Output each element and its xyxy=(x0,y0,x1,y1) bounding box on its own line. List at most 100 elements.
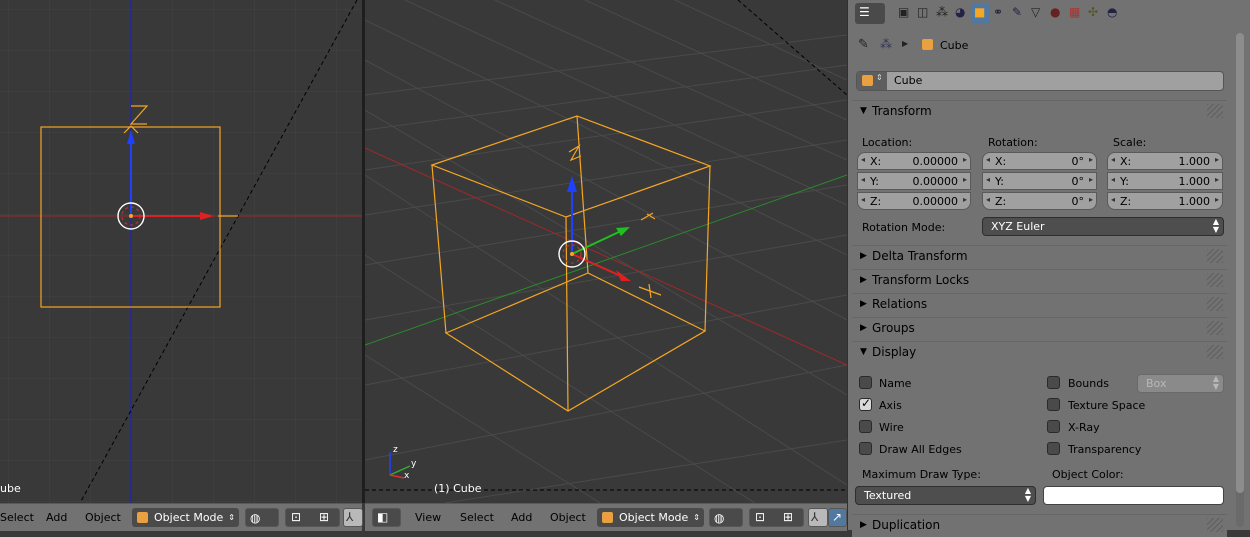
tab-data[interactable]: ▽ xyxy=(1028,3,1047,24)
tab-render[interactable]: ▣ xyxy=(895,3,914,24)
svg-text:y: y xyxy=(411,459,417,469)
main-viewport-object-label: (1) Cube xyxy=(434,482,482,495)
transform-locks-panel-header[interactable]: ▶ Transform Locks xyxy=(852,269,1227,292)
cube-icon: ■ xyxy=(974,5,986,19)
tab-particles[interactable]: ✣ xyxy=(1085,3,1104,24)
tab-material[interactable]: ● xyxy=(1047,3,1066,24)
object-mode-dropdown[interactable]: Object Mode ⇕ xyxy=(597,508,704,527)
rotation-z-field[interactable]: ◂ Z: 0° ▸ xyxy=(982,192,1097,210)
properties-scrollbar[interactable] xyxy=(1236,33,1244,527)
triangle-right-icon: ▶ xyxy=(860,299,867,309)
triangle-down-icon: ▼ xyxy=(860,106,867,116)
viewport-shading-button[interactable]: ◍ xyxy=(709,508,743,527)
tab-texture[interactable]: ▦ xyxy=(1066,3,1085,24)
max-draw-type-dropdown[interactable]: Textured ▲ ▼ xyxy=(855,486,1036,505)
duplication-panel-header[interactable]: ▶ Duplication xyxy=(852,514,1227,537)
texture-space-checkbox[interactable] xyxy=(1047,398,1060,411)
main-viewport-canvas: z y x xyxy=(365,0,847,503)
bounds-checkbox[interactable] xyxy=(1047,376,1060,389)
tab-constraints[interactable]: ⚭ xyxy=(990,3,1009,24)
left-viewport[interactable]: ube xyxy=(0,0,362,503)
editor-type-button[interactable]: ◧ xyxy=(372,508,401,527)
world-icon: ◕ xyxy=(955,5,966,19)
material-icon: ● xyxy=(1050,5,1061,19)
display-panel-header[interactable]: ▼ Display xyxy=(852,341,1227,364)
drag-grip-icon[interactable] xyxy=(1207,321,1223,335)
rotation-mode-label: Rotation Mode: xyxy=(862,221,946,234)
rotation-x-field[interactable]: ◂ X: 0° ▸ xyxy=(982,152,1097,170)
max-draw-type-label: Maximum Draw Type: xyxy=(862,468,981,481)
drag-grip-icon[interactable] xyxy=(1207,273,1223,287)
main-viewport-header: ◧ View Select Add Object Object Mode ⇕ ◍… xyxy=(365,503,847,531)
axis-checkbox[interactable] xyxy=(859,396,872,411)
select-menu[interactable]: Select xyxy=(460,511,494,524)
drag-grip-icon[interactable] xyxy=(1207,297,1223,311)
xray-checkbox[interactable] xyxy=(1047,420,1060,433)
wire-checkbox[interactable] xyxy=(859,420,872,433)
object-menu[interactable]: Object xyxy=(85,511,121,524)
location-x-field[interactable]: ◂ X: 0.00000 ▸ xyxy=(857,152,971,170)
updown-icon: ⇕ xyxy=(876,73,883,82)
tab-world[interactable]: ◕ xyxy=(952,3,971,24)
object-name-field[interactable]: ⇕ Cube xyxy=(856,71,1224,91)
location-z-field[interactable]: ◂ Z: 0.00000 ▸ xyxy=(857,192,971,210)
sphere-icon: ◍ xyxy=(714,511,725,525)
drag-grip-icon[interactable] xyxy=(1207,345,1223,359)
pivot-snap-buttons[interactable]: ⊡ ⊞ xyxy=(749,508,804,527)
left-viewport-canvas xyxy=(0,0,362,503)
tab-physics[interactable]: ◓ xyxy=(1104,3,1123,24)
scrollbar-thumb[interactable] xyxy=(1236,33,1244,493)
drag-grip-icon[interactable] xyxy=(1207,104,1223,118)
main-viewport[interactable]: z y x (1) Cube xyxy=(365,0,847,503)
tab-scene[interactable]: ⁂ xyxy=(933,3,952,24)
texture-icon: ▦ xyxy=(1069,5,1081,19)
scale-x-field[interactable]: ◂ X: 1.000 ▸ xyxy=(1107,152,1223,170)
mesh-icon: ▽ xyxy=(1031,5,1041,19)
transform-panel-header[interactable]: ▼ Transform xyxy=(852,100,1227,123)
tab-modifiers[interactable]: ✎ xyxy=(1009,3,1028,24)
tab-render-layers[interactable]: ◫ xyxy=(914,3,933,24)
object-color-swatch[interactable] xyxy=(1043,486,1224,505)
tab-object[interactable]: ■ xyxy=(971,3,990,24)
location-y-field[interactable]: ◂ Y: 0.00000 ▸ xyxy=(857,172,971,190)
object-browse-button[interactable]: ⇕ xyxy=(857,72,887,90)
pin-icon[interactable]: ✎ xyxy=(858,37,869,52)
updown-icon: ⇕ xyxy=(228,513,235,522)
draw-all-edges-checkbox[interactable] xyxy=(859,442,872,455)
xray-label: X-Ray xyxy=(1068,421,1100,434)
transparency-checkbox[interactable] xyxy=(1047,442,1060,455)
rotation-mode-dropdown[interactable]: XYZ Euler ▲ ▼ xyxy=(982,217,1224,236)
rotation-label: Rotation: xyxy=(988,136,1038,149)
triangle-down-icon: ▼ xyxy=(860,347,867,357)
scale-z-field[interactable]: ◂ Z: 1.000 ▸ xyxy=(1107,192,1223,210)
editor-type-button[interactable]: ☰ xyxy=(855,3,885,24)
name-checkbox[interactable] xyxy=(859,376,872,389)
select-menu[interactable]: Select xyxy=(0,511,34,524)
axis-checkbox-label: Axis xyxy=(879,399,902,412)
wire-checkbox-label: Wire xyxy=(879,421,904,434)
delta-transform-panel-header[interactable]: ▶ Delta Transform xyxy=(852,245,1227,268)
groups-panel-header[interactable]: ▶ Groups xyxy=(852,317,1227,340)
object-mode-dropdown[interactable]: Object Mode ⇕ xyxy=(132,508,239,527)
pivot-snap-buttons[interactable]: ⊡ ⊞ xyxy=(285,508,340,527)
svg-text:x: x xyxy=(404,471,410,481)
svg-text:z: z xyxy=(393,445,398,455)
viewport-shading-button[interactable]: ◍ xyxy=(245,508,279,527)
transform-manipulator-button[interactable]: ⅄ xyxy=(808,508,828,527)
bounds-type-dropdown[interactable]: Box ▲ ▼ xyxy=(1137,374,1224,393)
drag-grip-icon[interactable] xyxy=(1207,249,1223,263)
translate-manipulator-button[interactable]: ↗ xyxy=(828,508,847,527)
pivot-icon: ⊡ xyxy=(755,510,766,524)
relations-panel-header[interactable]: ▶ Relations xyxy=(852,293,1227,316)
updown-icon: ▲ ▼ xyxy=(1212,374,1219,391)
left-viewport-object-label: ube xyxy=(0,482,21,495)
add-menu[interactable]: Add xyxy=(46,511,67,524)
transform-manipulator-button[interactable]: ⅄ xyxy=(343,508,363,527)
object-menu[interactable]: Object xyxy=(550,511,586,524)
view-menu[interactable]: View xyxy=(415,511,441,524)
add-menu[interactable]: Add xyxy=(511,511,532,524)
rotation-y-field[interactable]: ◂ Y: 0° ▸ xyxy=(982,172,1097,190)
scale-y-field[interactable]: ◂ Y: 1.000 ▸ xyxy=(1107,172,1223,190)
triangle-right-icon: ▶ xyxy=(860,520,867,530)
left-viewport-header: Select Add Object Object Mode ⇕ ◍ ⊡ ⊞ ⅄ xyxy=(0,503,363,531)
